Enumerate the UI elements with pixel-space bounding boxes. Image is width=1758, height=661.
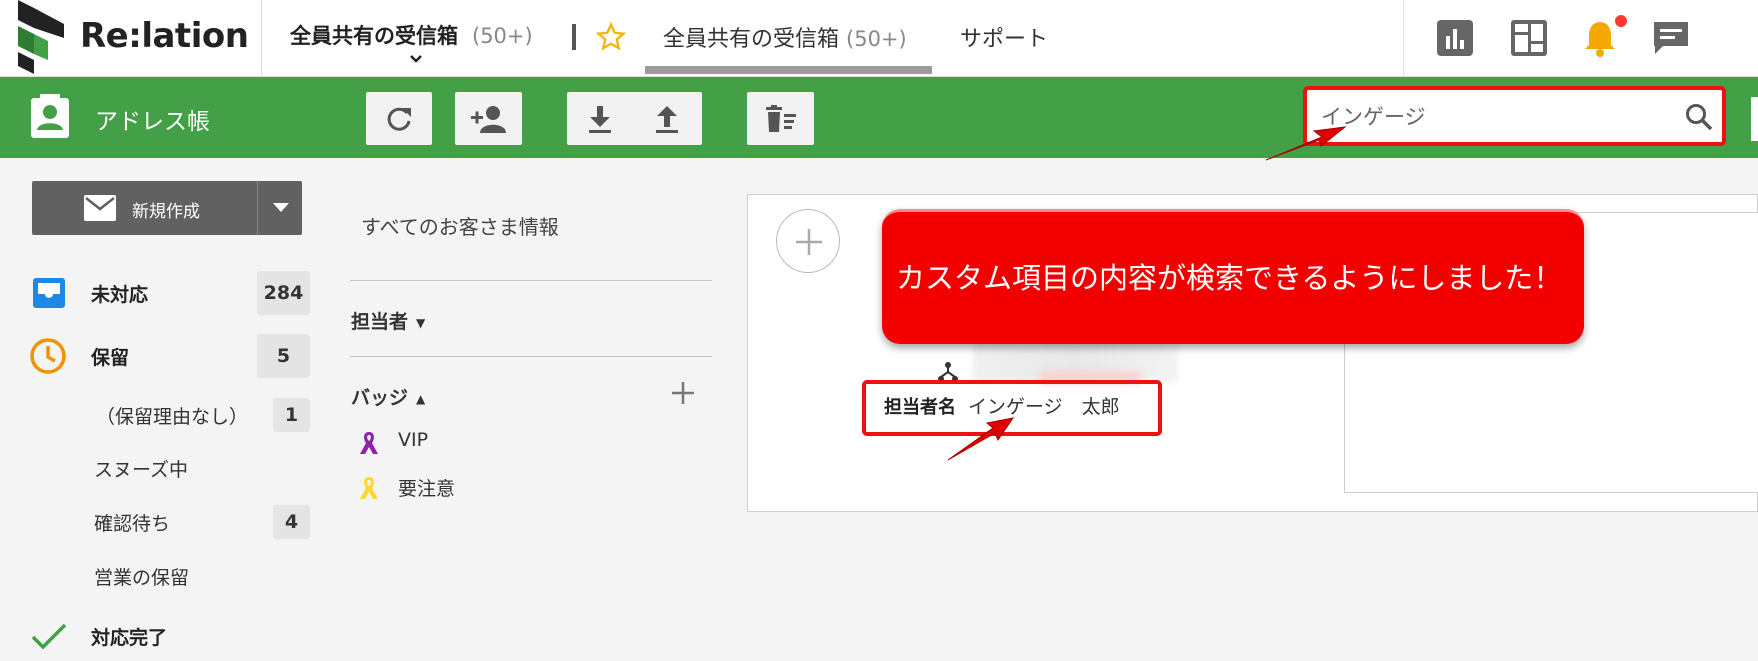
assignee-filter-toggle[interactable]: 担当者 ▼ [351, 307, 425, 334]
sidebar-item-label: 保留 [91, 347, 130, 369]
relation-logo-icon [18, 0, 64, 74]
sidebar-item-label: 営業の保留 [94, 567, 190, 589]
divider [350, 280, 712, 281]
sidebar-item-label: スヌーズ中 [94, 459, 189, 481]
dashboard-icon[interactable] [1509, 18, 1549, 58]
workspace-name: 全員共有の受信箱 [290, 24, 458, 48]
compose-split-button: 新規作成 [32, 181, 302, 235]
compose-button[interactable]: 新規作成 [32, 181, 256, 235]
delete-list-icon [766, 105, 796, 132]
divider [572, 24, 576, 50]
toolbar-edge-button[interactable] [1751, 97, 1758, 141]
sidebar-item-unhandled[interactable]: 未対応 284 [0, 271, 312, 315]
notification-dot [1613, 13, 1629, 29]
count-badge: 1 [273, 398, 310, 432]
sidebar-item-snoozed[interactable]: スヌーズ中 [0, 446, 312, 490]
workspace-selector[interactable]: 全員共有の受信箱 (50+) [290, 20, 533, 63]
logo-text: Re:lation [80, 16, 249, 56]
address-book-toolbar: アドレス帳 [0, 77, 1758, 158]
header-divider [261, 0, 262, 77]
badge-filter-toggle[interactable]: バッジ ▲ [351, 383, 425, 410]
ribbon-icon [360, 477, 378, 499]
sidebar-item-label: （保留理由なし） [96, 406, 249, 428]
star-icon[interactable] [596, 22, 626, 52]
compose-dropdown-button[interactable] [257, 181, 302, 235]
tab-shared-inbox[interactable]: 全員共有の受信箱 (50+) [645, 0, 932, 77]
header-divider [1403, 0, 1404, 77]
badge-label: VIP [398, 429, 429, 451]
add-badge-icon[interactable] [670, 380, 696, 406]
import-export-button-group [567, 92, 702, 145]
tab-label: 全員共有の受信箱 [663, 27, 840, 52]
callout-text: カスタム項目の内容が検索できるようにしました！ [896, 261, 1563, 295]
inbox-icon [33, 278, 65, 308]
chat-icon[interactable] [1651, 18, 1691, 58]
caret-up-icon: ▲ [416, 391, 426, 406]
caret-down-icon [273, 203, 289, 212]
filter-label: バッジ [351, 387, 409, 409]
active-tab-indicator [645, 66, 932, 74]
sidebar-item-on-hold[interactable]: 保留 5 [0, 334, 312, 378]
plus-icon [796, 229, 822, 255]
sidebar-item-hold-no-reason[interactable]: （保留理由なし） 1 [0, 393, 312, 437]
add-contact-button[interactable] [455, 92, 522, 145]
check-icon [31, 623, 67, 650]
sidebar-item-completed[interactable]: 対応完了 [0, 614, 312, 658]
address-book-icon [31, 94, 69, 138]
sidebar-item-sales-hold[interactable]: 営業の保留 [0, 554, 312, 598]
top-header: Re:lation 全員共有の受信箱 (50+) 全員共有の受信箱 (50+) サ… [0, 0, 1758, 77]
refresh-button[interactable] [366, 92, 432, 145]
all-customers-link[interactable]: すべてのお客さま情報 [361, 211, 559, 240]
workspace-count: (50+) [472, 24, 533, 48]
add-person-icon [471, 106, 506, 133]
count-badge: 284 [257, 271, 310, 315]
toolbar-title: アドレス帳 [95, 109, 210, 135]
divider [350, 356, 712, 357]
sidebar-item-awaiting-confirmation[interactable]: 確認待ち 4 [0, 500, 312, 544]
assignee-highlight-annotation [862, 380, 1162, 436]
mail-icon [84, 195, 116, 221]
delete-button[interactable] [747, 92, 814, 145]
annotation-callout: カスタム項目の内容が検索できるようにしました！ [882, 209, 1584, 344]
add-contact-circle-button[interactable] [776, 209, 840, 273]
clock-icon [30, 338, 66, 374]
download-icon[interactable] [587, 104, 613, 134]
ribbon-icon [360, 432, 378, 454]
sidebar-item-label: 確認待ち [94, 513, 171, 535]
badge-label: 要注意 [398, 478, 456, 500]
count-badge: 4 [273, 505, 310, 539]
count-badge: 5 [257, 334, 310, 378]
caret-down-icon: ▼ [416, 315, 426, 330]
filter-label: 担当者 [351, 311, 409, 333]
compose-label: 新規作成 [132, 202, 200, 222]
search-highlight-annotation [1303, 86, 1726, 146]
tab-label: サポート [960, 27, 1049, 52]
sidebar-item-label: 未対応 [91, 284, 149, 306]
sidebar-item-label: 対応完了 [91, 627, 168, 649]
upload-icon[interactable] [654, 104, 680, 134]
app-logo[interactable]: Re:lation [18, 0, 258, 77]
chevron-down-icon [410, 55, 422, 63]
refresh-icon [387, 107, 411, 131]
tab-count: (50+) [846, 27, 907, 51]
report-icon[interactable] [1435, 18, 1475, 58]
